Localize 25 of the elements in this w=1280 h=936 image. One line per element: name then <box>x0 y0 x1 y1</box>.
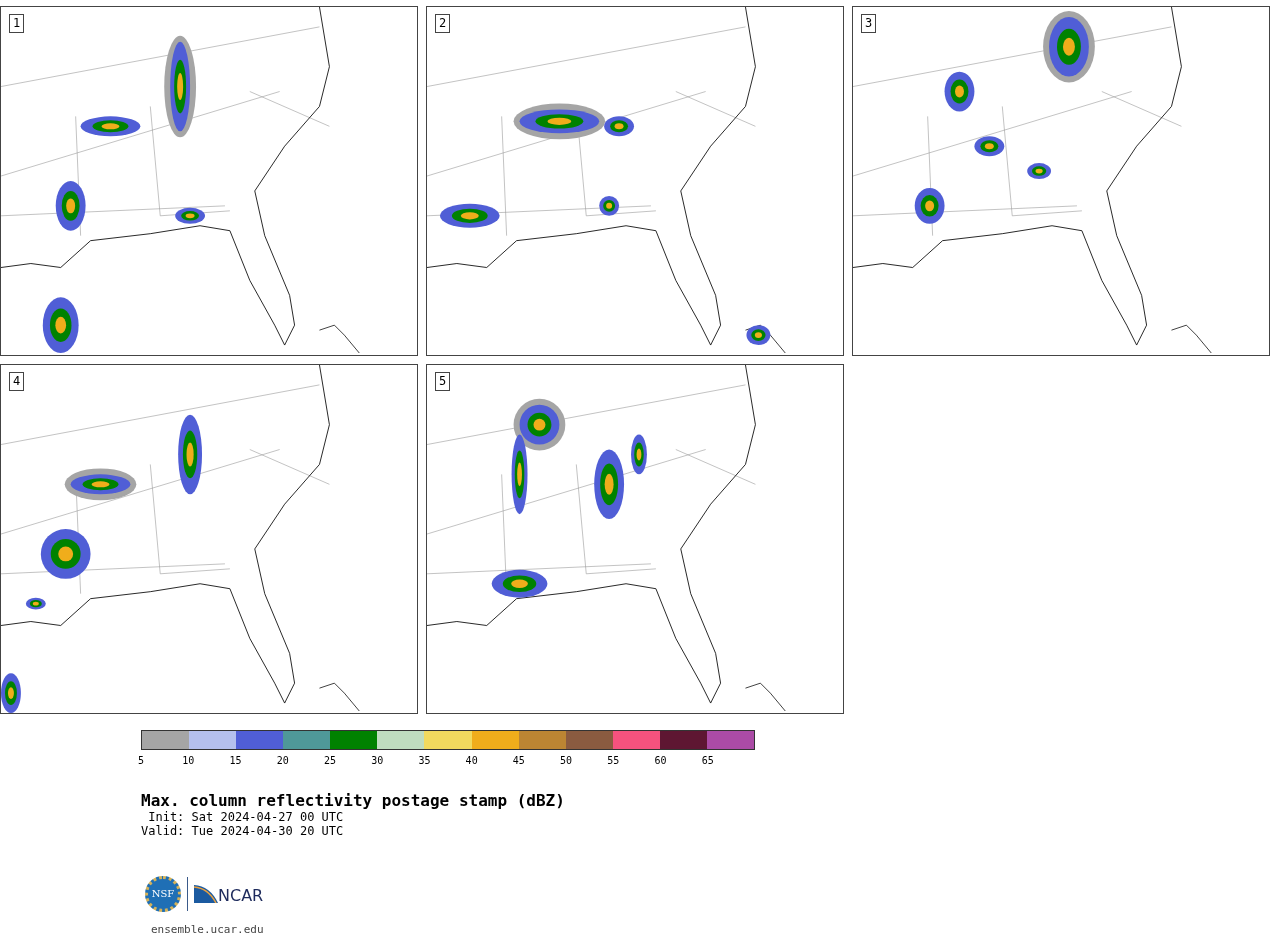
scale-tick-label: 30 <box>371 755 384 766</box>
scale-tick-label: 35 <box>418 755 431 766</box>
scale-tick-label: 25 <box>323 755 336 766</box>
valid-time: Valid: Tue 2024-04-30 20 UTC <box>141 824 345 838</box>
arc-logo-icon <box>194 885 218 903</box>
chart-title: Max. column reflectivity postage stamp (dBZ) <box>141 792 566 810</box>
logo-text: NCAR <box>218 887 264 905</box>
scale-tick-label: 20 <box>276 755 289 766</box>
scale-tick-label: 40 <box>465 755 478 766</box>
panel-number: 4 <box>9 372 25 391</box>
scale-tick-label: 50 <box>560 755 573 766</box>
logo-text: NSF <box>151 889 175 899</box>
scale-tick-label: 60 <box>654 755 667 766</box>
panel-number: 5 <box>435 372 451 391</box>
init-time: Init: Sat 2024-04-27 00 UTC <box>147 810 345 824</box>
panel-number: 2 <box>435 14 451 33</box>
scale-tick-label: 45 <box>512 755 525 766</box>
scale-tick-label: 55 <box>607 755 620 766</box>
panel-number: 3 <box>861 14 877 33</box>
scale-tick-label: 10 <box>182 755 195 766</box>
scale-tick-label: 65 <box>701 755 714 766</box>
scale-tick-label: 15 <box>229 755 242 766</box>
panel-number: 1 <box>9 14 25 33</box>
site-url: ensemble.ucar.edu <box>151 923 264 936</box>
scale-tick-label: 5 <box>138 755 144 766</box>
